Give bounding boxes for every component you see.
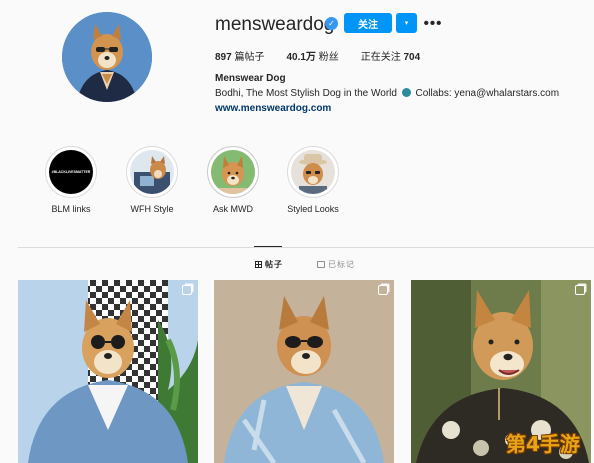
highlight-label: Ask MWD bbox=[213, 204, 253, 214]
post-image-2 bbox=[214, 280, 394, 463]
post-image-1 bbox=[18, 280, 198, 463]
multi-photo-icon bbox=[182, 285, 192, 295]
post-thumbnail-2[interactable] bbox=[214, 280, 394, 463]
profile-username: mensweardog bbox=[215, 14, 335, 35]
suggested-dropdown-button[interactable]: ▾ bbox=[396, 13, 417, 33]
highlight-ask-mwd[interactable]: Ask MWD bbox=[198, 146, 268, 214]
multi-photo-icon bbox=[378, 285, 388, 295]
tabs-divider bbox=[18, 247, 594, 248]
highlight-cover bbox=[291, 150, 335, 194]
highlight-wfh-style[interactable]: WFH Style bbox=[117, 146, 187, 214]
multi-photo-icon bbox=[575, 285, 585, 295]
followers-stat[interactable]: 40.1万 粉丝 bbox=[286, 48, 338, 63]
avatar-image bbox=[62, 12, 152, 102]
tab-posts[interactable]: 帖子 bbox=[255, 259, 283, 270]
tab-tagged[interactable]: 已标记 bbox=[317, 259, 355, 270]
watermark-logo: 第4手游 bbox=[506, 432, 580, 456]
posts-stat: 897 篇帖子 bbox=[215, 52, 265, 63]
follow-button[interactable]: 关注 bbox=[344, 13, 392, 33]
highlight-cover: #BLACKLIVESMATTER bbox=[49, 150, 93, 194]
profile-website-link[interactable]: www.mensweardog.com bbox=[215, 103, 331, 114]
tagged-icon bbox=[317, 261, 325, 268]
verified-badge-icon: ✓ bbox=[325, 17, 338, 30]
profile-avatar[interactable] bbox=[62, 12, 152, 102]
highlight-label: WFH Style bbox=[130, 204, 174, 214]
grid-icon bbox=[255, 261, 262, 268]
highlight-label: BLM links bbox=[51, 204, 91, 214]
highlight-cover bbox=[130, 150, 174, 194]
following-stat[interactable]: 正在关注 704 bbox=[361, 48, 420, 63]
post-thumbnail-1[interactable] bbox=[18, 280, 198, 463]
more-options-icon[interactable]: ••• bbox=[424, 13, 442, 33]
highlight-label: Styled Looks bbox=[287, 204, 339, 214]
highlight-blm-links[interactable]: #BLACKLIVESMATTER BLM links bbox=[36, 146, 106, 214]
highlight-cover bbox=[211, 150, 255, 194]
globe-emoji-icon bbox=[401, 88, 411, 97]
active-tab-indicator bbox=[254, 246, 282, 247]
highlight-styled-looks[interactable]: Styled Looks bbox=[278, 146, 348, 214]
profile-stats: 897 篇帖子 40.1万 粉丝 正在关注 704 bbox=[215, 48, 420, 63]
profile-bio: Bodhi, The Most Stylish Dog in the World… bbox=[215, 88, 560, 99]
profile-full-name: Menswear Dog bbox=[215, 73, 286, 84]
